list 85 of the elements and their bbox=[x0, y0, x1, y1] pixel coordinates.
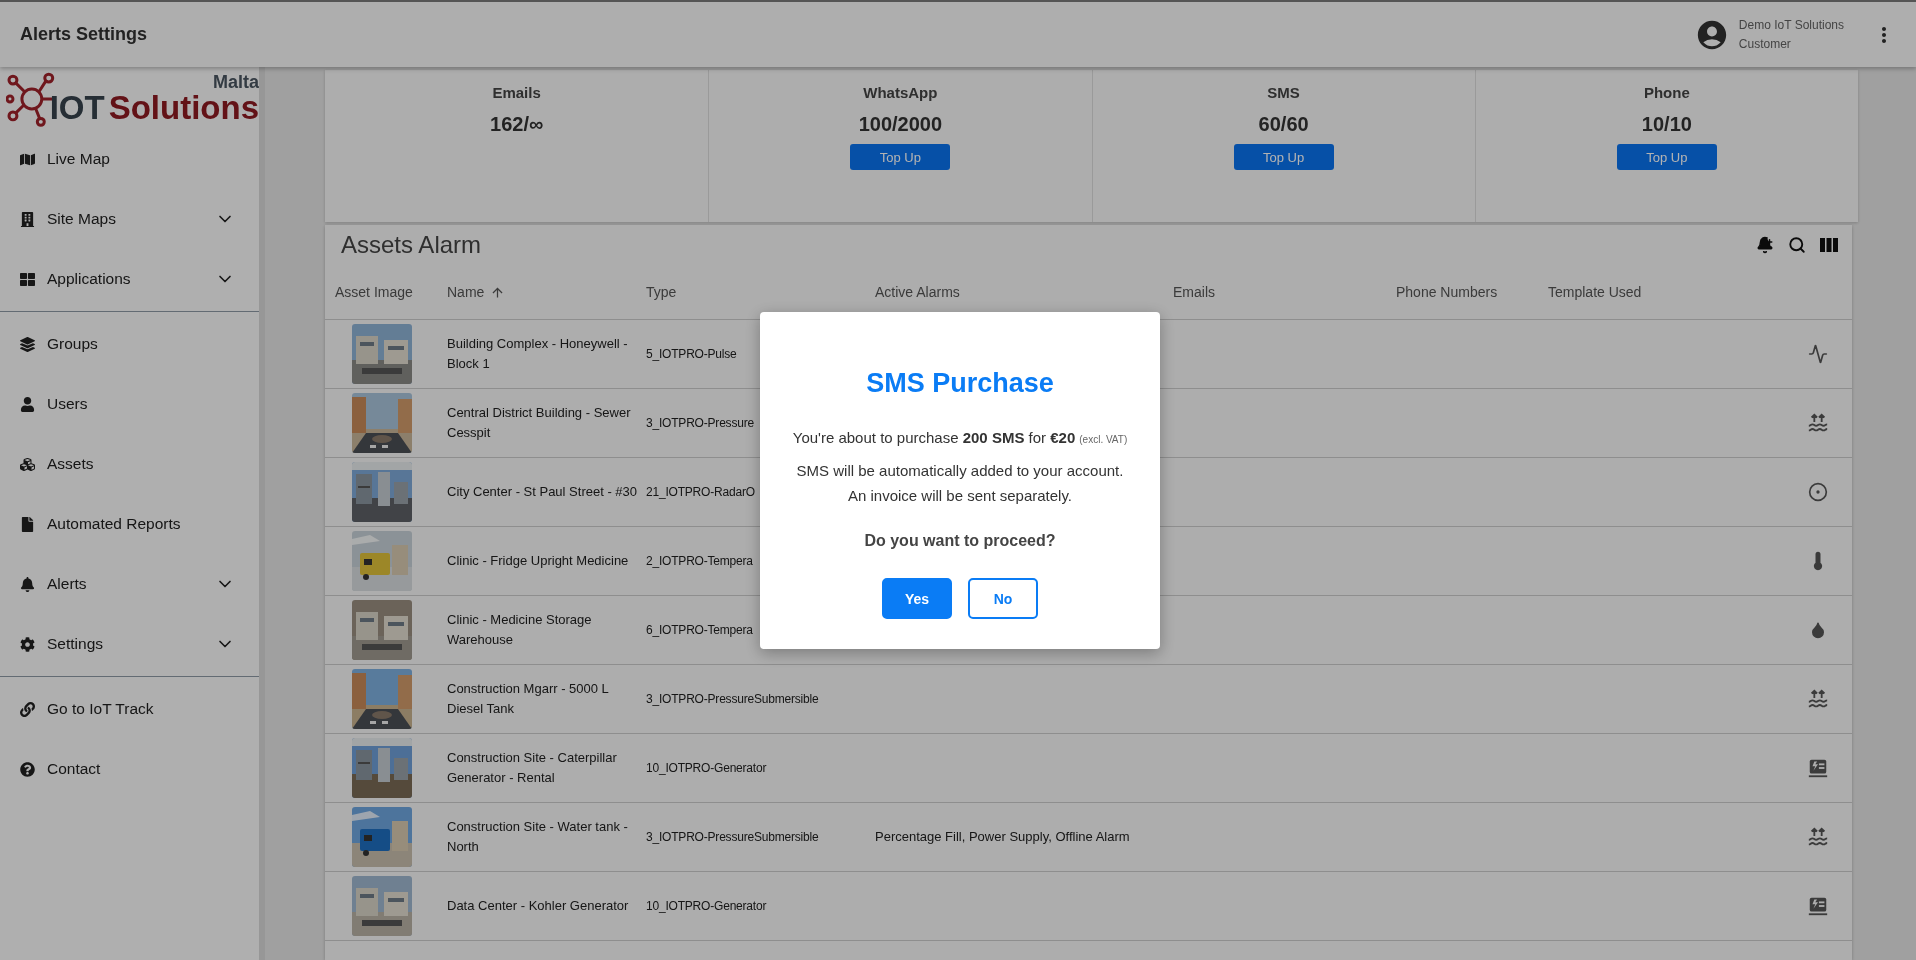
water-level-icon bbox=[1807, 826, 1829, 848]
top-up-button[interactable]: Top Up bbox=[1616, 144, 1717, 170]
asset-type: 10_IOTPRO-Generator bbox=[646, 760, 767, 777]
search-button[interactable] bbox=[1788, 236, 1806, 254]
dialog-question: Do you want to proceed? bbox=[864, 532, 1056, 550]
nav-icon bbox=[20, 336, 35, 352]
credit-label: Phone bbox=[1643, 84, 1690, 101]
nav-item[interactable]: Settings bbox=[0, 614, 259, 674]
nav-item[interactable]: Applications bbox=[0, 249, 259, 309]
no-button[interactable]: No bbox=[968, 578, 1038, 619]
vat-note: (excl. VAT) bbox=[1079, 434, 1128, 445]
asset-name: Data Center - Kohler Generator bbox=[447, 897, 629, 915]
dialog-title: SMS Purchase bbox=[866, 368, 1054, 399]
column-header[interactable]: Emails bbox=[1173, 284, 1215, 300]
target-icon bbox=[1808, 482, 1828, 502]
asset-name: Construction Site - Caterpillar Generator - Rental bbox=[447, 749, 618, 787]
column-header[interactable]: Type bbox=[646, 284, 677, 300]
credit-value: 162/∞ bbox=[490, 113, 544, 136]
nav-icon bbox=[20, 576, 35, 592]
nav-item[interactable]: Contact bbox=[0, 739, 259, 799]
asset-name: Construction Site - Water tank - North bbox=[447, 818, 629, 856]
generator-icon bbox=[1807, 757, 1829, 779]
nav-icon bbox=[20, 701, 35, 717]
page-title: Alerts Settings bbox=[20, 24, 149, 45]
top-up-button[interactable]: Top Up bbox=[1233, 144, 1334, 170]
asset-type: 3_IOTPRO-PressureSubmersible bbox=[646, 691, 819, 708]
asset-name: Clinic - Medicine Storage Warehouse bbox=[447, 611, 593, 649]
asset-name: Clinic - Fridge Upright Medicine bbox=[447, 552, 629, 570]
asset-type: 6_IOTPRO-Tempera bbox=[646, 622, 753, 639]
nav-item[interactable]: Go to IoT Track bbox=[0, 679, 259, 739]
nav-icon bbox=[20, 456, 35, 472]
water-level-icon bbox=[1807, 412, 1829, 434]
asset-name: City Center - St Paul Street - #30 bbox=[447, 483, 638, 501]
nav-icon bbox=[20, 516, 35, 532]
nav-icon bbox=[20, 271, 35, 287]
column-header[interactable]: Asset Image bbox=[335, 284, 413, 300]
logo-text: IOT bbox=[49, 91, 105, 125]
nav-item[interactable]: Alerts bbox=[0, 554, 259, 614]
asset-name: Construction Mgarr - 5000 L Diesel Tank bbox=[447, 680, 610, 718]
top-up-button[interactable]: Top Up bbox=[850, 144, 951, 170]
column-header[interactable]: Name bbox=[447, 284, 485, 300]
columns-button[interactable] bbox=[1820, 237, 1838, 253]
nav-icon bbox=[20, 211, 35, 227]
dialog-message: You're about to purchase 200 SMS for €20 bbox=[792, 429, 1076, 446]
nav-icon bbox=[20, 761, 35, 777]
asset-name: Building Complex - Honeywell - Block 1 bbox=[447, 335, 629, 373]
nav-icon bbox=[20, 151, 35, 167]
asset-type: 10_IOTPRO-Generator bbox=[646, 898, 767, 915]
add-alert-button[interactable] bbox=[1756, 236, 1774, 254]
nav-item[interactable]: Groups bbox=[0, 314, 259, 374]
yes-button[interactable]: Yes bbox=[882, 578, 952, 619]
table-title: Assets Alarm bbox=[341, 231, 483, 259]
credit-value: 60/60 bbox=[1258, 113, 1309, 136]
credit-label: Emails bbox=[492, 84, 541, 101]
nav-icon bbox=[20, 636, 35, 652]
water-level-icon bbox=[1807, 688, 1829, 710]
asset-type: 21_IOTPRO-RadarO bbox=[646, 484, 755, 501]
asset-type: 2_IOTPRO-Tempera bbox=[646, 553, 753, 570]
credit-label: WhatsApp bbox=[863, 84, 938, 101]
asset-type: 3_IOTPRO-PressureSubmersible bbox=[646, 829, 819, 846]
dialog-info: SMS will be automatically added to your account. bbox=[796, 461, 1124, 481]
column-header[interactable]: Template Used bbox=[1548, 284, 1642, 300]
credit-value: 10/10 bbox=[1641, 113, 1692, 136]
asset-name: Central District Building - Sewer Cesspit bbox=[447, 404, 632, 442]
nav-item[interactable]: Assets bbox=[0, 434, 259, 494]
user-role: Customer bbox=[1738, 35, 1792, 53]
pulse-icon bbox=[1808, 344, 1828, 364]
user-name: Demo IoT Solutions bbox=[1738, 16, 1844, 34]
dialog-info: An invoice will be sent separately. bbox=[848, 486, 1072, 506]
asset-type: 3_IOTPRO-Pressure bbox=[646, 415, 754, 432]
column-header[interactable]: Phone Numbers bbox=[1396, 284, 1498, 300]
nav-item[interactable]: Site Maps bbox=[0, 189, 259, 249]
column-header[interactable]: Active Alarms bbox=[875, 284, 960, 300]
generator-icon bbox=[1807, 895, 1829, 917]
logo-text: Solutions bbox=[108, 91, 259, 125]
credit-label: SMS bbox=[1267, 84, 1300, 101]
nav-item[interactable]: Automated Reports bbox=[0, 494, 259, 554]
nav-item[interactable]: Users bbox=[0, 374, 259, 434]
nav-icon bbox=[20, 396, 35, 412]
credit-value: 100/2000 bbox=[858, 113, 943, 136]
nav-item[interactable]: Live Map bbox=[0, 129, 259, 189]
asset-type: 5_IOTPRO-Pulse bbox=[646, 346, 737, 363]
active-alarms: Percentage Fill, Power Supply, Offline Alarm bbox=[875, 828, 1130, 846]
logo-region-text: Malta bbox=[213, 73, 259, 91]
water-drop-icon bbox=[1809, 621, 1827, 639]
